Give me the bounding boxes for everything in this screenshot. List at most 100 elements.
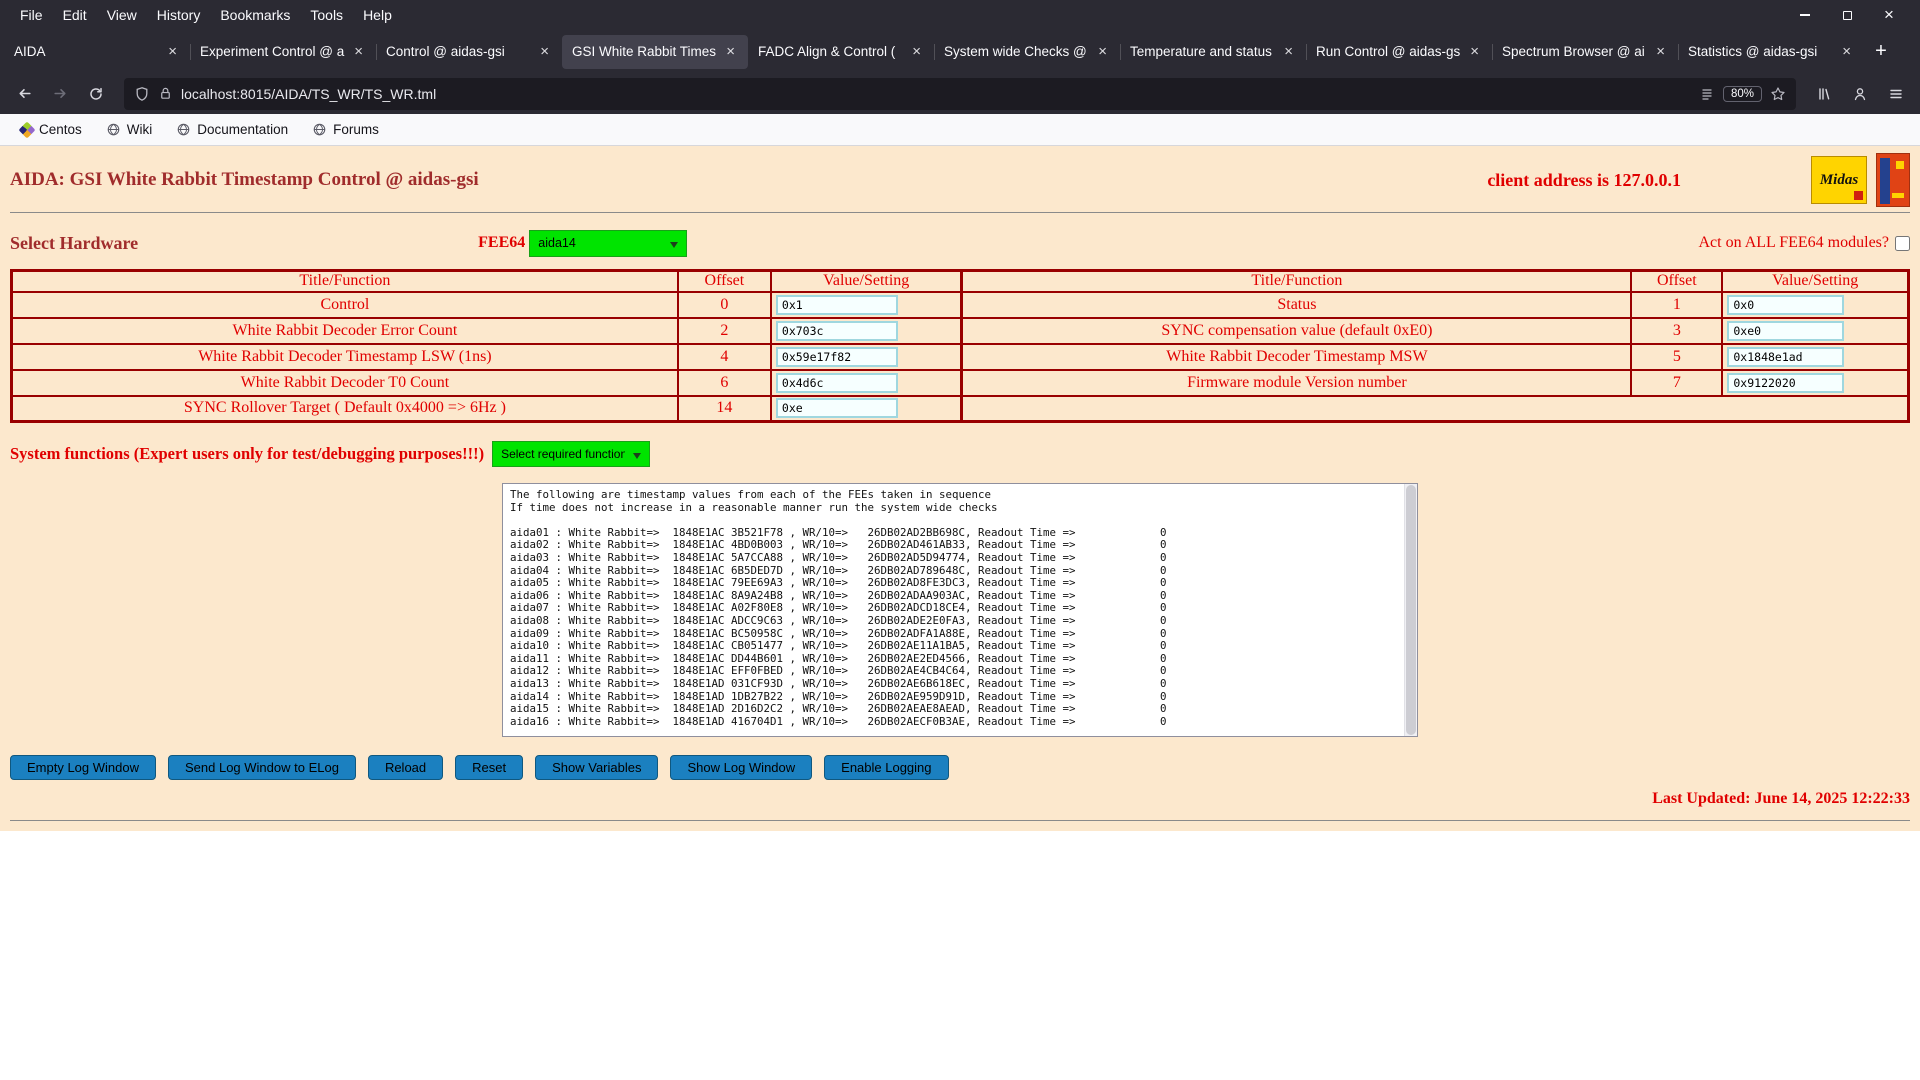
log-window[interactable]: The following are timestamp values from … (502, 483, 1418, 737)
reset-button[interactable]: Reset (455, 755, 524, 780)
tab-close-icon[interactable]: × (1095, 43, 1110, 60)
page-header: AIDA: GSI White Rabbit Timestamp Control… (10, 150, 1910, 210)
close-window-button[interactable]: × (1882, 6, 1896, 23)
zoom-level-button[interactable]: 80% (1722, 85, 1762, 102)
log-window-wrapper: The following are timestamp values from … (502, 483, 1418, 737)
tab-temperature-status[interactable]: Temperature and status × (1120, 35, 1306, 69)
tab-experiment-control[interactable]: Experiment Control @ a × (190, 35, 376, 69)
page-content: AIDA: GSI White Rabbit Timestamp Control… (0, 146, 1920, 831)
new-tab-button[interactable]: + (1864, 35, 1898, 69)
tab-spectrum-browser[interactable]: Spectrum Browser @ ai × (1492, 35, 1678, 69)
tab-bar: AIDA × Experiment Control @ a × Control … (0, 30, 1920, 73)
globe-icon (313, 123, 326, 136)
send-elog-button[interactable]: Send Log Window to ELog (168, 755, 356, 780)
last-updated: Last Updated: June 14, 2025 12:22:33 (1652, 790, 1910, 807)
tab-control[interactable]: Control @ aidas-gsi × (376, 35, 562, 69)
tab-close-icon[interactable]: × (1281, 43, 1296, 60)
library-icon (1819, 87, 1830, 100)
register-input-error-count[interactable] (775, 320, 898, 341)
bookmark-documentation[interactable]: Documentation (167, 119, 297, 140)
tracking-shield-icon[interactable] (134, 86, 150, 102)
forward-button[interactable] (44, 78, 76, 110)
menu-button[interactable] (1880, 78, 1912, 110)
tab-statistics[interactable]: Statistics @ aidas-gsi × (1678, 35, 1864, 69)
register-input-sync-rollover[interactable] (775, 398, 898, 419)
register-input-sync-compensation[interactable] (1727, 320, 1845, 341)
table-header-row: Title/Function Offset Value/Setting Titl… (10, 269, 1910, 293)
log-scrollbar[interactable] (1404, 484, 1417, 736)
reload-button[interactable] (80, 78, 112, 110)
tab-close-icon[interactable]: × (1467, 43, 1482, 60)
tab-gsi-white-rabbit[interactable]: GSI White Rabbit Times × (562, 34, 748, 69)
log-scrollbar-thumb[interactable] (1406, 485, 1416, 735)
menu-bookmarks[interactable]: Bookmarks (210, 4, 300, 26)
bookmark-centos[interactable]: Centos (12, 119, 91, 140)
reload-icon (90, 87, 102, 100)
tab-close-icon[interactable]: × (351, 43, 366, 60)
reader-view-icon[interactable] (1699, 86, 1715, 102)
logos: Midas (1811, 153, 1910, 207)
bookmark-wiki[interactable]: Wiki (97, 119, 162, 140)
registers-table: Title/Function Offset Value/Setting Titl… (10, 269, 1910, 423)
register-input-status[interactable] (1727, 294, 1845, 315)
forward-icon (53, 88, 66, 99)
tab-aida[interactable]: AIDA × (4, 35, 190, 69)
act-all-label: Act on ALL FEE64 modules? (1698, 234, 1890, 251)
empty-log-button[interactable]: Empty Log Window (10, 755, 156, 780)
show-variables-button[interactable]: Show Variables (535, 755, 659, 780)
bookmark-star-icon[interactable] (1770, 86, 1786, 102)
tab-run-control[interactable]: Run Control @ aidas-gsi × (1306, 35, 1492, 69)
globe-icon (177, 123, 190, 136)
page-title: AIDA: GSI White Rabbit Timestamp Control… (10, 169, 479, 190)
show-log-button[interactable]: Show Log Window (670, 755, 813, 780)
tab-close-icon[interactable]: × (1653, 43, 1668, 60)
table-row: SYNC Rollover Target ( Default 0x4000 =>… (10, 394, 1910, 423)
tab-close-icon[interactable]: × (1839, 43, 1854, 60)
library-button[interactable] (1808, 78, 1840, 110)
menu-tools[interactable]: Tools (300, 4, 353, 26)
facility-logo (1876, 153, 1910, 207)
reload-page-button[interactable]: Reload (367, 755, 444, 780)
tab-fadc-align[interactable]: FADC Align & Control ( × (748, 35, 934, 69)
fee64-label: FEE64 (478, 234, 526, 251)
browser-chrome: File Edit View History Bookmarks Tools H… (0, 0, 1920, 146)
account-icon (1854, 87, 1866, 100)
back-button[interactable] (8, 78, 40, 110)
register-input-timestamp-lsw[interactable] (775, 346, 898, 367)
fee64-select[interactable]: aida14 (529, 229, 688, 257)
table-row: White Rabbit Decoder T0 Count 6 Firmware… (10, 368, 1910, 397)
register-input-control[interactable] (775, 294, 898, 315)
register-input-timestamp-msw[interactable] (1727, 346, 1845, 367)
tab-close-icon[interactable]: × (165, 43, 180, 60)
menu-edit[interactable]: Edit (53, 4, 97, 26)
menu-help[interactable]: Help (353, 4, 402, 26)
table-row: White Rabbit Decoder Error Count 2 SYNC … (10, 316, 1910, 345)
bookmark-forums[interactable]: Forums (303, 119, 388, 140)
system-functions-label: System functions (Expert users only for … (10, 444, 485, 463)
action-buttons-row: Empty Log Window Send Log Window to ELog… (10, 755, 1910, 780)
tab-close-icon[interactable]: × (723, 43, 738, 60)
lock-icon[interactable] (158, 86, 173, 101)
register-input-firmware-version[interactable] (1727, 372, 1845, 393)
select-hardware-label: Select Hardware (10, 232, 139, 253)
bookmarks-toolbar: Centos Wiki Documentation Forums (0, 114, 1920, 146)
menu-file[interactable]: File (10, 4, 53, 26)
header-divider (10, 212, 1910, 213)
tab-close-icon[interactable]: × (909, 43, 924, 60)
url-text: localhost:8015/AIDA/TS_WR/TS_WR.tml (181, 85, 437, 102)
account-button[interactable] (1844, 78, 1876, 110)
table-row: Control 0 Status 1 (10, 290, 1910, 319)
menu-view[interactable]: View (97, 4, 147, 26)
maximize-button[interactable] (1840, 8, 1854, 22)
hamburger-menu-icon (1890, 89, 1902, 98)
minimize-button[interactable] (1798, 8, 1812, 22)
register-input-t0-count[interactable] (775, 372, 898, 393)
url-bar[interactable]: localhost:8015/AIDA/TS_WR/TS_WR.tml 80% (124, 77, 1796, 110)
menu-bar: File Edit View History Bookmarks Tools H… (0, 0, 1920, 30)
enable-logging-button[interactable]: Enable Logging (824, 755, 949, 780)
tab-close-icon[interactable]: × (537, 43, 552, 60)
menu-history[interactable]: History (147, 4, 211, 26)
tab-system-wide-checks[interactable]: System wide Checks @ × (934, 35, 1120, 69)
system-functions-select[interactable]: Select required function (492, 441, 651, 467)
act-all-checkbox[interactable] (1895, 235, 1910, 251)
